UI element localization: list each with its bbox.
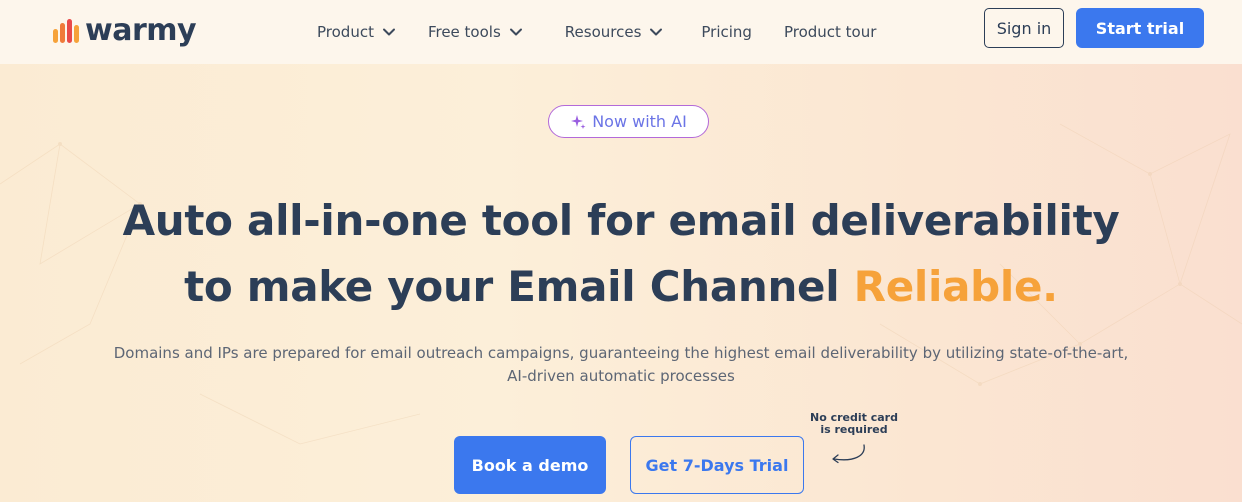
now-with-ai-badge[interactable]: Now with AI [548, 105, 709, 138]
headline-accent: Reliable. [853, 262, 1058, 311]
nav-item-resources[interactable]: Resources [565, 23, 664, 41]
logo-bar [53, 29, 58, 43]
nav-item-label: Product tour [783, 23, 877, 41]
warmy-logo[interactable]: warmy [53, 13, 197, 48]
logo-bar [67, 19, 72, 43]
nav-item-free-tools[interactable]: Free tools [428, 23, 523, 41]
nav-menu: Product Free tools Resources Pricing Pro… [317, 0, 908, 64]
nav-item-label: Product [317, 23, 374, 41]
nav-item-label: Pricing [701, 23, 752, 41]
headline-line-1: Auto all-in-one tool for email deliverab… [122, 196, 1120, 245]
logo-bar [74, 25, 79, 43]
nav-item-product-tour[interactable]: Product tour [784, 23, 876, 41]
book-demo-button[interactable]: Book a demo [454, 436, 606, 494]
landing-page: warmy Product Free tools Resources Prici… [0, 0, 1242, 502]
sparkle-icon [571, 114, 586, 129]
subtext-line-2: AI-driven automatic processes [507, 367, 735, 385]
chevron-down-icon [509, 28, 522, 36]
logo-mark-icon [53, 19, 79, 43]
get-trial-button[interactable]: Get 7-Days Trial [630, 436, 804, 494]
nav-item-label: Free tools [427, 23, 501, 41]
badge-label: Now with AI [592, 112, 687, 131]
nav-item-product[interactable]: Product [317, 23, 396, 41]
curved-arrow-icon [832, 444, 865, 464]
logo-bar [60, 23, 65, 43]
hero-subtext: Domains and IPs are prepared for email o… [0, 342, 1242, 388]
note-line-2: is required [820, 423, 888, 436]
hero-headline: Auto all-in-one tool for email deliverab… [0, 188, 1242, 320]
top-navigation: warmy Product Free tools Resources Prici… [0, 0, 1242, 64]
logo-text: warmy [85, 13, 197, 48]
start-trial-button[interactable]: Start trial [1076, 8, 1204, 48]
subtext-line-1: Domains and IPs are prepared for email o… [113, 344, 1129, 362]
sign-in-button[interactable]: Sign in [984, 8, 1064, 48]
chevron-down-icon [650, 28, 663, 36]
nav-item-label: Resources [564, 23, 642, 41]
chevron-down-icon [382, 28, 395, 36]
no-credit-card-note: No credit card is required [804, 412, 904, 436]
nav-item-pricing[interactable]: Pricing [701, 23, 752, 41]
headline-line-2: to make your Email Channel [184, 262, 854, 311]
